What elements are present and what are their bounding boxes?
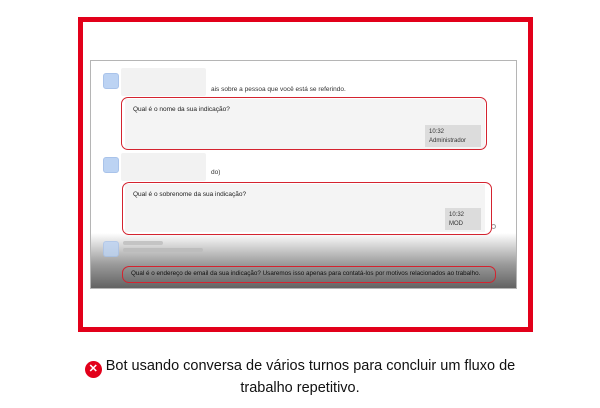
- blurred-sender-detail: [123, 248, 203, 252]
- bot-avatar: [103, 241, 119, 257]
- bot-avatar: [103, 157, 119, 173]
- highlight-outline: [121, 97, 487, 150]
- message-text: do): [211, 169, 221, 176]
- chat-screenshot: ais sobre a pessoa que você está se refe…: [90, 60, 517, 289]
- message-text: ais sobre a pessoa que você está se refe…: [211, 86, 346, 93]
- caption-line2: trabalho repetitivo.: [240, 380, 360, 396]
- caption: ✕ Bot usando conversa de vários turnos pa…: [0, 356, 600, 398]
- question-text: Qual é o endereço de email da sua indica…: [131, 270, 481, 277]
- blurred-message: [121, 153, 206, 181]
- caption-line1: Bot usando conversa de vários turnos par…: [105, 358, 516, 374]
- blurred-sender-name: [123, 241, 163, 245]
- x-circle-icon: ✕: [84, 361, 102, 378]
- blurred-message: [121, 68, 206, 96]
- highlight-outline: [122, 182, 492, 235]
- bot-avatar: [103, 73, 119, 89]
